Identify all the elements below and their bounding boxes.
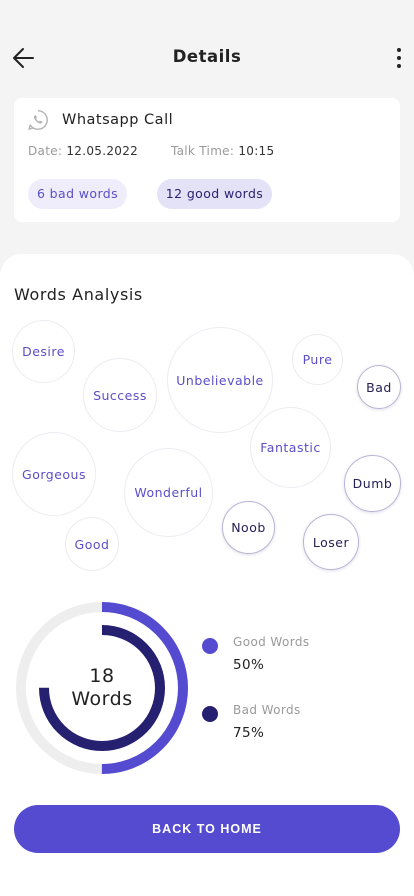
talk-time-label: Talk Time: [171,144,235,158]
good-legend-dot [202,638,218,654]
word-count-unit: Words [71,688,133,710]
word-bubble[interactable]: Good [65,517,119,571]
word-bubble[interactable]: Unbelievable [167,327,273,433]
call-info-card: Whatsapp Call Date: 12.05.2022 Talk Time… [14,98,400,222]
header: Details [0,0,414,100]
date-value: 12.05.2022 [66,144,139,158]
word-bubble[interactable]: Gorgeous [12,432,96,516]
word-bubble[interactable]: Bad [357,365,401,409]
talk-time-value: 10:15 [238,144,275,158]
analysis-sheet: Words Analysis Desire Success Unbelievab… [0,254,414,896]
word-bubble[interactable]: Fantastic [250,407,331,488]
date-label: Date: [28,144,63,158]
bad-words-chip[interactable]: 6 bad words [28,179,127,209]
section-title: Words Analysis [14,285,143,304]
whatsapp-icon [28,110,48,130]
good-legend-value: 50% [233,657,265,673]
more-vertical-icon [397,48,401,52]
good-words-chip[interactable]: 12 good words [157,179,272,209]
bad-legend-label: Bad Words [233,703,301,717]
word-count: 18 [89,665,115,687]
bad-legend-dot [202,706,218,722]
word-bubble[interactable]: Dumb [344,455,401,512]
call-title: Whatsapp Call [62,112,174,128]
more-menu-button[interactable] [392,44,406,72]
call-talk-time: Talk Time: 10:15 [171,144,274,158]
bad-legend-value: 75% [233,725,265,741]
call-date: Date: 12.05.2022 [28,144,138,158]
word-bubble[interactable]: Pure [292,334,343,385]
word-bubble[interactable]: Success [83,358,157,432]
page-title: Details [172,47,242,66]
word-bubble[interactable]: Noob [222,501,275,554]
donut-center-label: 18 Words [14,600,190,776]
word-bubble[interactable]: Loser [303,514,359,570]
word-bubble[interactable]: Desire [12,320,75,383]
good-legend-label: Good Words [233,635,310,649]
back-to-home-button[interactable]: BACK TO HOME [14,805,400,853]
word-bubble[interactable]: Wonderful [124,448,213,537]
